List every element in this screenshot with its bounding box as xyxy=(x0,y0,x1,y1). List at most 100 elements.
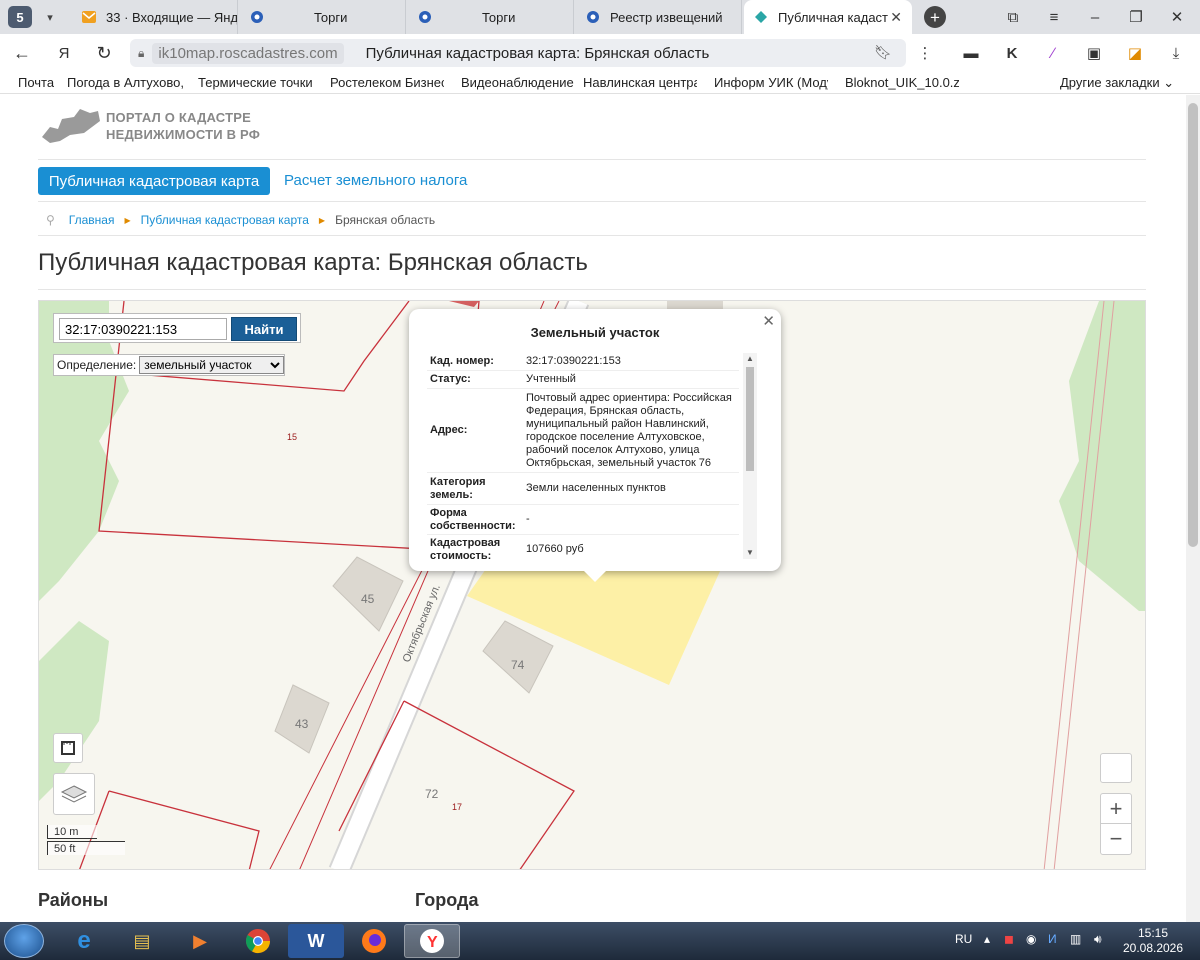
popup-key: Кадастровая стоимость: xyxy=(430,536,501,560)
popup-row: Форма собственности: - xyxy=(427,505,739,535)
building-label: 45 xyxy=(361,592,375,606)
other-bookmarks[interactable]: Другие закладки ⌄ xyxy=(1060,75,1174,91)
bookmark-item[interactable]: Bloknot_UIK_10.0.zip xyxy=(845,75,959,90)
tab-label: Торги xyxy=(314,9,348,25)
ruler-icon xyxy=(61,741,75,755)
extension-hat-icon[interactable]: ▬ xyxy=(960,42,982,64)
start-button[interactable] xyxy=(4,924,44,958)
popup-scrollbar[interactable]: ▲ ▼ xyxy=(743,353,757,559)
emblem-icon xyxy=(418,10,432,24)
scroll-up-icon[interactable]: ▲ xyxy=(743,353,757,365)
media-player-icon[interactable]: ▶ xyxy=(172,924,228,958)
ie-icon[interactable]: e xyxy=(56,924,112,958)
fullscreen-button[interactable] xyxy=(1100,753,1132,783)
breadcrumb-map[interactable]: Публичная кадастровая карта xyxy=(141,213,309,227)
extension-k-icon[interactable]: K xyxy=(1001,42,1023,64)
minimize-icon[interactable]: – xyxy=(1083,6,1107,28)
tab-torgi-1[interactable]: Торги xyxy=(240,0,406,34)
parcel-info-popup: ✕ Земельный участок Кад. номер: 32:17:039… xyxy=(409,309,781,582)
tab-mail[interactable]: 33 · Входящие — Яндекс xyxy=(72,0,238,34)
tray-app-icon[interactable]: ◼ xyxy=(1004,932,1014,946)
layers-button[interactable] xyxy=(53,773,95,815)
breadcrumb-home[interactable]: Главная xyxy=(69,213,115,227)
address-field[interactable]: 🔒︎ ik10map.roscadastres.com Публичная ка… xyxy=(130,39,906,67)
popup-key: Адрес: xyxy=(430,424,468,436)
tab-land-tax[interactable]: Расчет земельного налога xyxy=(284,172,467,189)
bookmark-icon[interactable]: 🔖︎ xyxy=(874,44,892,61)
extension-doc-icon[interactable]: ◪ xyxy=(1124,42,1146,64)
menu-icon[interactable]: ≡ xyxy=(1042,6,1066,28)
reload-icon[interactable]: ↻ xyxy=(92,42,116,64)
section-cities: Города xyxy=(415,890,479,910)
definition-select[interactable]: земельный участок xyxy=(139,356,284,374)
lock-icon: 🔒︎ xyxy=(138,45,145,60)
network-icon[interactable]: ▥ xyxy=(1070,932,1081,946)
cadastral-number-input[interactable] xyxy=(59,318,227,340)
tray-expand-icon[interactable]: ▴ xyxy=(984,932,990,946)
address-host: ik10map.roscadastres.com xyxy=(152,42,344,64)
tray-app-icon[interactable]: ◉ xyxy=(1026,932,1036,946)
more-vertical-icon[interactable]: ⋮ xyxy=(914,42,936,64)
tab-cadastre[interactable]: Публичная кадаст ✕ xyxy=(744,0,912,34)
building-label: 72 xyxy=(425,787,439,801)
zoom-out-button[interactable]: − xyxy=(1101,824,1131,854)
close-window-icon[interactable]: ✕ xyxy=(1165,6,1189,28)
chrome-icon[interactable] xyxy=(230,924,286,958)
extension-pen-icon[interactable]: ∕ xyxy=(1042,42,1064,64)
extension-box-icon[interactable]: ▣ xyxy=(1083,42,1105,64)
firefox-icon[interactable] xyxy=(346,924,402,958)
copy-window-icon[interactable]: ⧉ xyxy=(1001,6,1025,28)
bookmark-item[interactable]: Термические точки xyxy=(198,75,312,90)
bookmark-item[interactable]: Ростелеком Бизнес xyxy=(330,75,444,90)
bookmark-item[interactable]: Видеонаблюдение xyxy=(461,75,575,90)
divider xyxy=(38,201,1146,202)
building-label: 43 xyxy=(295,717,309,731)
tray-app-icon[interactable]: И xyxy=(1048,932,1057,946)
popup-table: Кад. номер: 32:17:0390221:153 Статус: Учте… xyxy=(427,353,739,559)
scroll-thumb[interactable] xyxy=(1188,103,1198,547)
scroll-thumb[interactable] xyxy=(746,367,754,471)
popup-key: Статус: xyxy=(430,373,471,385)
bookmark-item[interactable]: Почта xyxy=(18,75,54,90)
popup-row: Кад. номер: 32:17:0390221:153 xyxy=(427,353,739,371)
parcel-label: 17 xyxy=(452,802,462,812)
tab-registry[interactable]: Реестр извещений xyxy=(576,0,742,34)
cadastral-map[interactable]: 15 17 45 74 43 72 Октябрьская ул. Найти … xyxy=(38,300,1146,870)
zoom-in-button[interactable]: + xyxy=(1101,794,1131,824)
bookmark-item[interactable]: Навлинская центра xyxy=(583,75,697,90)
find-button[interactable]: Найти xyxy=(231,317,297,341)
tab-list-chevron-icon[interactable]: ▾ xyxy=(38,6,62,28)
divider xyxy=(38,159,1146,160)
definition-label: Определение: xyxy=(57,358,137,372)
restore-icon[interactable]: ❐ xyxy=(1124,6,1148,28)
ruler-tool-button[interactable] xyxy=(53,733,83,763)
word-icon[interactable]: W xyxy=(288,924,344,958)
download-icon[interactable]: ⤓ xyxy=(1165,42,1187,64)
tab-public-map[interactable]: Публичная кадастровая карта xyxy=(38,167,270,195)
profile-badge[interactable]: 5 xyxy=(8,6,32,28)
yandex-browser-icon[interactable]: Y xyxy=(404,924,460,958)
other-bookmarks-label: Другие закладки xyxy=(1060,75,1160,90)
yandex-icon[interactable]: Я xyxy=(52,42,76,64)
address-bar-row: ← Я ↻ 🔒︎ ik10map.roscadastres.com Публич… xyxy=(0,34,1200,72)
back-icon[interactable]: ← xyxy=(10,42,34,64)
clock[interactable]: 15:15 20.08.2026 xyxy=(1118,926,1188,956)
green-area xyxy=(1059,301,1145,611)
bookmarks-bar: Почта Погода в Алтухово, Термические точ… xyxy=(0,72,1200,94)
tab-label: Публичная кадаст xyxy=(778,9,889,25)
bookmark-item[interactable]: Информ УИК (Моду xyxy=(714,75,828,90)
volume-icon[interactable]: 🔊︎ xyxy=(1094,932,1102,947)
bookmark-item[interactable]: Погода в Алтухово, xyxy=(67,75,185,90)
page-scrollbar[interactable] xyxy=(1186,95,1200,922)
tab-torgi-2[interactable]: Торги xyxy=(408,0,574,34)
scroll-down-icon[interactable]: ▼ xyxy=(743,547,757,559)
new-tab-button[interactable]: + xyxy=(924,6,946,28)
close-tab-icon[interactable]: ✕ xyxy=(890,9,902,26)
language-indicator[interactable]: RU xyxy=(955,932,972,946)
building[interactable] xyxy=(482,620,554,694)
search-panel: Найти xyxy=(53,313,301,343)
popup-value: Земли населенных пунктов xyxy=(526,482,666,494)
popup-row: Статус: Учтенный xyxy=(427,371,739,389)
explorer-icon[interactable]: ▤ xyxy=(114,924,170,958)
breadcrumb-arrow-icon: ▶ xyxy=(318,215,326,225)
